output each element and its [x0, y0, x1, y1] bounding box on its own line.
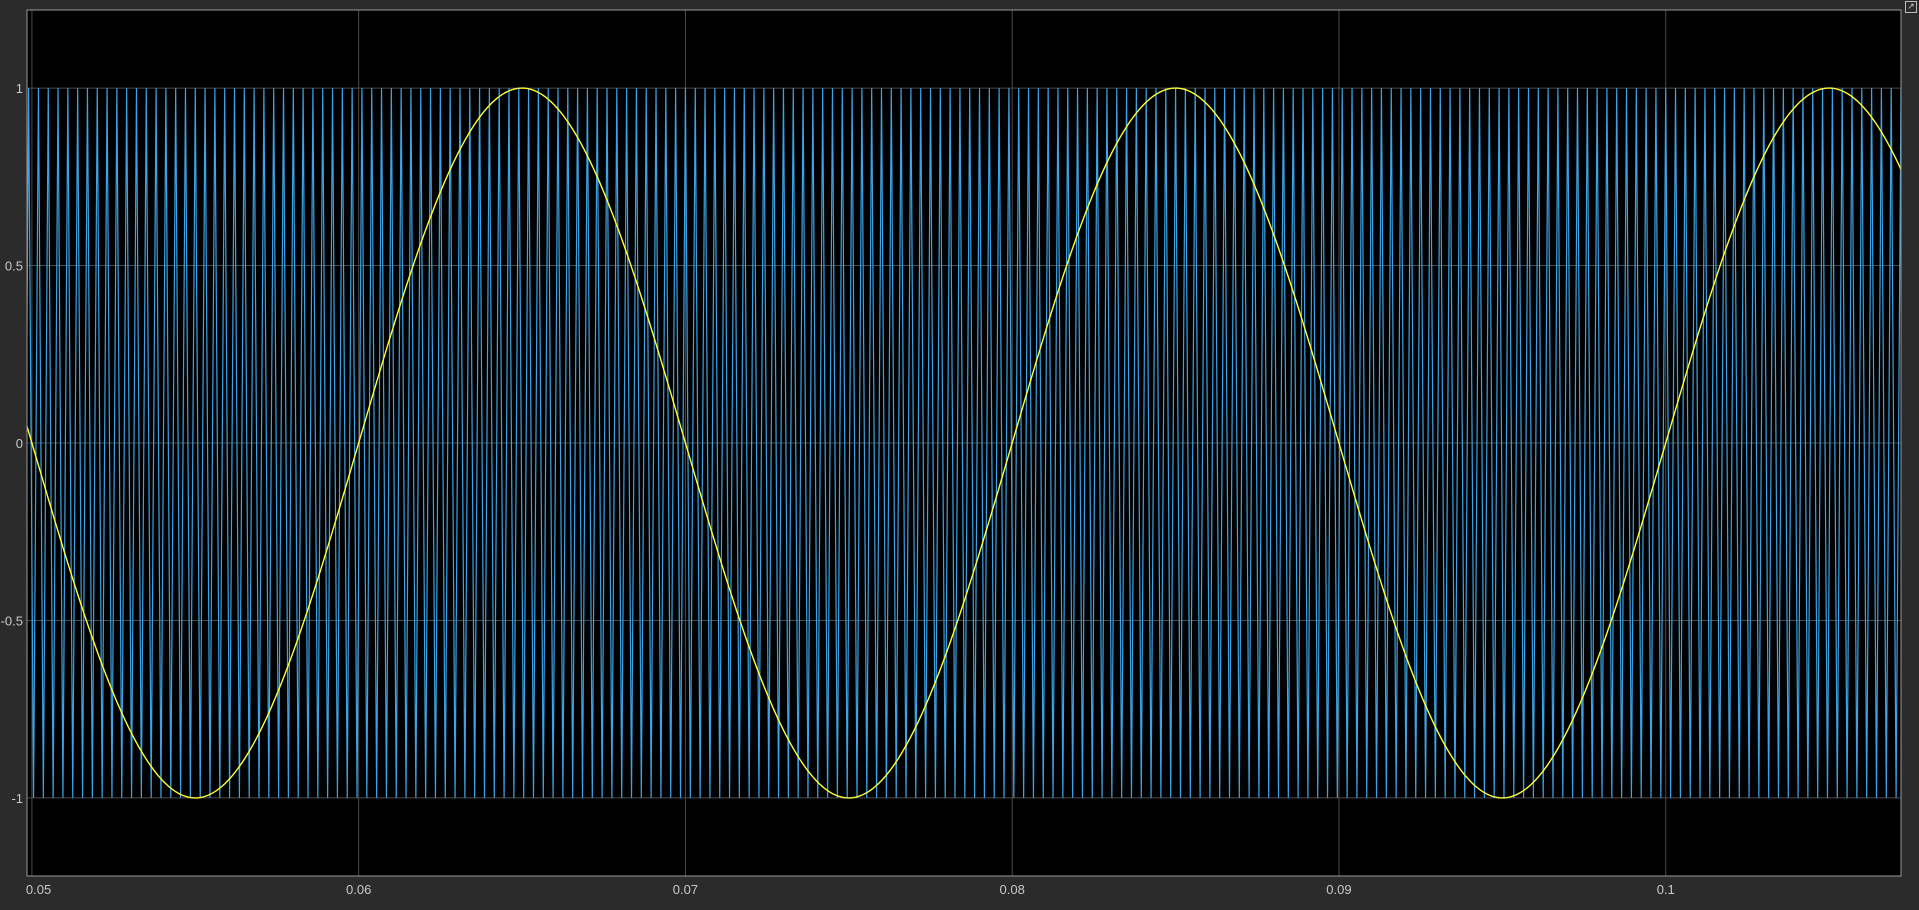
y-tick-label: 0 [16, 436, 23, 451]
x-tick-label: 0.05 [26, 882, 51, 897]
y-tick-label: 0.5 [5, 259, 23, 274]
scope-window: 0.05 0.06 0.07 0.08 0.09 0.1 -1 -0.5 0 0.5 1 ↗ [0, 0, 1919, 905]
chart: 0.05 0.06 0.07 0.08 0.09 0.1 -1 -0.5 0 0.5 1 [0, 0, 1919, 905]
x-tick-label: 0.09 [1326, 882, 1351, 897]
x-tick-label: 0.07 [673, 882, 698, 897]
x-tick-label: 0.1 [1657, 882, 1675, 897]
y-tick-label: 1 [16, 81, 23, 96]
y-tick-label: -0.5 [1, 613, 23, 628]
y-tick-label: -1 [11, 791, 23, 806]
x-tick-label: 0.06 [346, 882, 371, 897]
undock-icon[interactable]: ↗ [1905, 1, 1917, 13]
x-tick-label: 0.08 [1000, 882, 1025, 897]
